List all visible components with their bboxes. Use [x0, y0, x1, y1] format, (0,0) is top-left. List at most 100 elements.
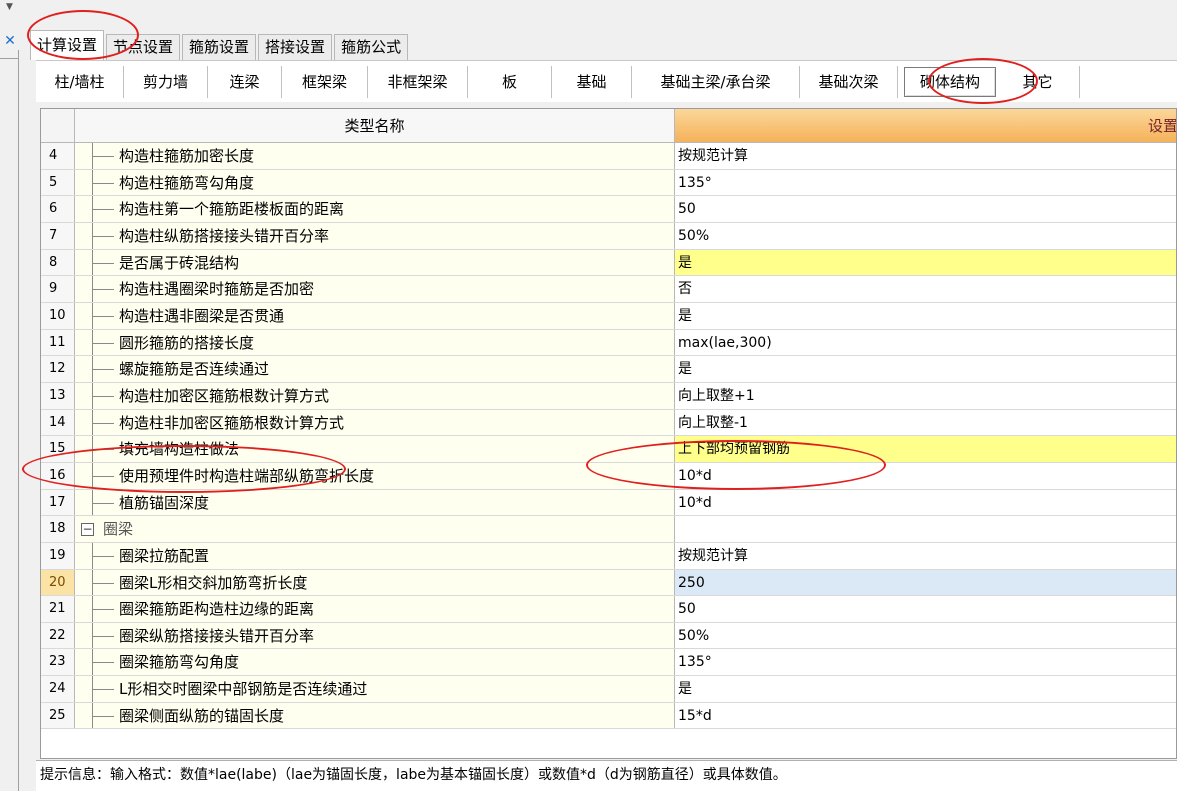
tree-branch [92, 475, 114, 477]
table-row[interactable]: 24 L形相交时圈梁中部钢筋是否连续通过 是 [41, 676, 1176, 703]
subtab-coupling-beam[interactable]: 连梁 [208, 65, 282, 98]
table-row[interactable]: 9 构造柱遇圈梁时箍筋是否加密 否 [41, 276, 1176, 303]
subtab-masonry[interactable]: 砌体结构 [904, 66, 996, 97]
row-value[interactable]: 50 [675, 196, 1176, 222]
row-name: 使用预埋件时构造柱端部纵筋弯折长度 [119, 466, 375, 485]
grid-header: 类型名称 设置 [41, 109, 1176, 143]
subtab-frame-beam[interactable]: 框架梁 [282, 65, 368, 98]
subtab-foundation-secondary-beam[interactable]: 基础次梁 [800, 65, 898, 98]
subtab-shear-wall[interactable]: 剪力墙 [124, 65, 208, 98]
table-row[interactable]: 19 圈梁拉筋配置 按规范计算 [41, 542, 1176, 570]
row-number: 13 [41, 382, 75, 409]
table-row[interactable]: 23 圈梁箍筋弯勾角度 135° [41, 649, 1176, 677]
row-value[interactable]: 15*d [675, 703, 1176, 729]
table-row-selected[interactable]: 20 圈梁L形相交斜加筋弯折长度 250 [41, 569, 1176, 597]
row-number: 4 [41, 143, 75, 169]
row-number: 11 [41, 329, 75, 356]
panel-divider [0, 58, 18, 59]
row-value[interactable]: 10*d [675, 490, 1176, 516]
row-name-cell: 圈梁纵筋搭接接头错开百分率 [75, 622, 675, 649]
row-value[interactable]: 是 [675, 249, 1176, 276]
subtab-foundation[interactable]: 基础 [552, 65, 632, 98]
minus-icon[interactable]: − [81, 523, 94, 537]
tree-branch [92, 182, 114, 184]
table-row[interactable]: 17 植筋锚固深度 10*d [41, 489, 1176, 517]
table-row[interactable]: 16 使用预埋件时构造柱端部纵筋弯折长度 10*d [41, 462, 1176, 490]
row-name-cell: 构造柱箍筋弯勾角度 [75, 169, 675, 196]
tab-node-settings[interactable]: 节点设置 [106, 34, 181, 60]
tab-lap-settings[interactable]: 搭接设置 [258, 34, 333, 60]
close-icon[interactable]: ✕ [2, 33, 18, 49]
table-row[interactable]: 21 圈梁箍筋距构造柱边缘的距离 50 [41, 596, 1176, 623]
subtab-non-frame-beam[interactable]: 非框架梁 [368, 65, 468, 98]
row-number: 22 [41, 622, 75, 649]
row-name-cell: 填充墙构造柱做法 [75, 436, 675, 462]
tab-stirrup-formula[interactable]: 箍筋公式 [334, 34, 409, 60]
subtab-other[interactable]: 其它 [996, 65, 1080, 98]
table-row[interactable]: 10 构造柱遇非圈梁是否贯通 是 [41, 302, 1176, 330]
row-value[interactable]: 向上取整-1 [675, 410, 1176, 436]
row-name-cell: 圈梁L形相交斜加筋弯折长度 [75, 569, 675, 596]
row-number: 25 [41, 702, 75, 729]
table-row[interactable]: 12 螺旋箍筋是否连续通过 是 [41, 356, 1176, 383]
table-row[interactable]: 5 构造柱箍筋弯勾角度 135° [41, 169, 1176, 197]
row-name-cell: 构造柱箍筋加密长度 [75, 143, 675, 169]
row-value[interactable]: 50 [675, 596, 1176, 622]
row-name: 圈梁纵筋搭接接头错开百分率 [119, 626, 315, 645]
row-number: 17 [41, 489, 75, 516]
row-number: 12 [41, 356, 75, 382]
tree-branch [92, 555, 114, 557]
row-value[interactable]: 250 [675, 569, 1176, 596]
table-row[interactable]: 15 填充墙构造柱做法 上下部均预留钢筋 [41, 436, 1176, 463]
row-name-cell: L形相交时圈梁中部钢筋是否连续通过 [75, 676, 675, 702]
row-value[interactable]: max(lae,300) [675, 330, 1176, 356]
subtab-slab[interactable]: 板 [468, 65, 552, 98]
row-name: 构造柱遇非圈梁是否贯通 [119, 306, 285, 325]
tree-branch [92, 369, 114, 371]
subtab-column[interactable]: 柱/墙柱 [36, 65, 124, 98]
row-name-cell: 圆形箍筋的搭接长度 [75, 329, 675, 356]
table-row-group[interactable]: 18 − 圈梁 [41, 516, 1176, 543]
row-number: 8 [41, 249, 75, 276]
row-value[interactable]: 是 [675, 356, 1176, 382]
hint-status-bar: 提示信息：输入格式：数值*lae(labe)（lae为锚固长度，labe为基本锚… [36, 760, 1177, 791]
table-row[interactable]: 6 构造柱第一个箍筋距楼板面的距离 50 [41, 196, 1176, 223]
subtab-foundation-main-beam[interactable]: 基础主梁/承台梁 [632, 65, 800, 98]
row-value[interactable]: 10*d [675, 463, 1176, 489]
row-name: L形相交时圈梁中部钢筋是否连续通过 [119, 680, 368, 699]
row-value[interactable]: 按规范计算 [675, 143, 1176, 169]
row-name: 螺旋箍筋是否连续通过 [119, 360, 270, 379]
chevron-down-icon[interactable]: ▼ [6, 2, 13, 12]
row-value[interactable]: 135° [675, 170, 1176, 196]
tree-branch [92, 662, 114, 664]
table-row[interactable]: 4 构造柱箍筋加密长度 按规范计算 [41, 143, 1176, 170]
tree-branch [92, 502, 114, 504]
row-value[interactable]: 135° [675, 649, 1176, 675]
row-name-cell: 构造柱加密区箍筋根数计算方式 [75, 382, 675, 409]
grid-rows: 4 构造柱箍筋加密长度 按规范计算 5 构造柱箍筋弯勾角度 135° 6 构造柱… [41, 143, 1176, 730]
row-value[interactable]: 是 [675, 303, 1176, 329]
row-value[interactable]: 否 [675, 276, 1176, 302]
table-row[interactable]: 14 构造柱非加密区箍筋根数计算方式 向上取整-1 [41, 409, 1176, 437]
tab-stirrup-settings[interactable]: 箍筋设置 [182, 34, 257, 60]
row-value[interactable]: 50% [675, 623, 1176, 649]
table-row[interactable]: 13 构造柱加密区箍筋根数计算方式 向上取整+1 [41, 382, 1176, 410]
table-row[interactable]: 7 构造柱纵筋搭接接头错开百分率 50% [41, 222, 1176, 250]
table-row[interactable]: 22 圈梁纵筋搭接接头错开百分率 50% [41, 622, 1176, 650]
row-value[interactable]: 按规范计算 [675, 543, 1176, 569]
row-name-cell: 构造柱遇圈梁时箍筋是否加密 [75, 276, 675, 302]
panel-divider [18, 50, 19, 791]
row-number: 10 [41, 302, 75, 329]
tree-branch [92, 609, 114, 611]
row-name: 填充墙构造柱做法 [119, 440, 240, 459]
tab-calc-settings[interactable]: 计算设置 [30, 30, 105, 60]
row-value[interactable]: 是 [675, 676, 1176, 702]
tree-branch [92, 156, 114, 157]
row-value[interactable]: 50% [675, 223, 1176, 249]
row-number: 20 [41, 569, 75, 596]
row-value[interactable]: 向上取整+1 [675, 383, 1176, 409]
table-row[interactable]: 11 圆形箍筋的搭接长度 max(lae,300) [41, 329, 1176, 357]
row-value[interactable]: 上下部均预留钢筋 [675, 436, 1176, 462]
table-row[interactable]: 8 是否属于砖混结构 是 [41, 249, 1176, 277]
table-row[interactable]: 25 圈梁侧面纵筋的锚固长度 15*d [41, 702, 1176, 730]
